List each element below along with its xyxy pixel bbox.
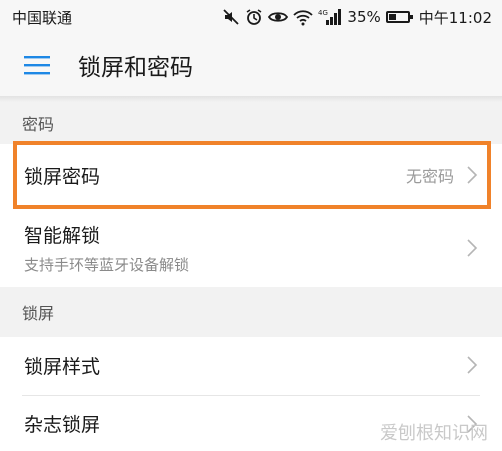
battery-icon: [385, 11, 413, 23]
menu-button[interactable]: [0, 34, 74, 96]
item-title: 锁屏密码: [24, 165, 101, 188]
item-text: 智能解锁 支持手环等蓝牙设备解锁: [24, 221, 466, 275]
battery-percent: 35%: [347, 8, 381, 26]
status-icons: 4G 35% 中午11:02: [222, 7, 492, 28]
alarm-icon: [245, 8, 263, 26]
item-subtitle: 支持手环等蓝牙设备解锁: [24, 256, 190, 274]
hamburger-menu-icon: [24, 56, 50, 75]
mute-icon: [222, 8, 240, 26]
chevron-right-icon: [466, 165, 478, 185]
page-title: 锁屏和密码: [78, 55, 193, 81]
chevron-right-icon: [466, 414, 478, 434]
eye-icon: [268, 8, 289, 26]
chevron-right-icon: [466, 355, 478, 375]
section-header-lockscreen: 锁屏: [0, 287, 502, 337]
section-header-label: 锁屏: [22, 304, 55, 323]
item-value: 无密码: [405, 167, 454, 186]
item-title: 杂志锁屏: [24, 414, 101, 436]
list-item-magazine-lock[interactable]: 杂志锁屏: [0, 396, 502, 451]
signal-icon: 4G: [318, 8, 342, 26]
item-title: 智能解锁: [24, 225, 101, 247]
status-bar: 中国联通 4G 35% 中午11:02: [0, 0, 502, 34]
carrier-label: 中国联通: [12, 8, 73, 27]
item-title: 锁屏样式: [24, 355, 101, 378]
clock: 中午11:02: [418, 8, 492, 27]
item-text: 杂志锁屏: [24, 410, 466, 437]
item-text: 锁屏密码: [24, 162, 406, 189]
section-header-password: 密码: [0, 102, 502, 144]
app-bar: 锁屏和密码: [0, 34, 502, 96]
network-type-label: 4G: [318, 9, 328, 17]
list-item-lock-style[interactable]: 锁屏样式: [0, 337, 502, 393]
list-item-lock-password[interactable]: 锁屏密码 无密码: [0, 144, 502, 206]
chevron-right-icon: [466, 238, 478, 258]
item-text: 锁屏样式: [24, 352, 466, 379]
list-item-smart-unlock[interactable]: 智能解锁 支持手环等蓝牙设备解锁: [0, 209, 502, 287]
section-header-label: 密码: [22, 115, 55, 134]
wifi-icon: [293, 8, 314, 26]
